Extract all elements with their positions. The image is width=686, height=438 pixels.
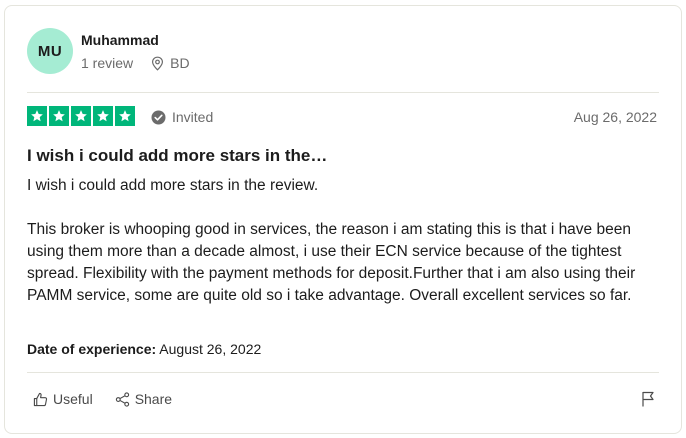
location-pin-icon [151, 56, 164, 71]
star-icon [115, 106, 135, 126]
divider [27, 372, 659, 373]
reviewer-name[interactable]: Muhammad [81, 32, 159, 48]
reviewer-location: BD [170, 55, 190, 71]
avatar[interactable]: MU [27, 28, 73, 74]
useful-button[interactable]: Useful [33, 391, 93, 407]
star-icon [27, 106, 47, 126]
review-paragraph: This broker is whooping good in services… [27, 221, 636, 304]
date-of-experience: Date of experience: August 26, 2022 [27, 341, 261, 357]
review-body: I wish i could add more stars in the rev… [27, 175, 663, 307]
experience-label: Date of experience: [27, 341, 157, 357]
review-count: 1 review [81, 55, 134, 71]
review-title[interactable]: I wish i could add more stars in the… [27, 146, 327, 166]
share-icon [115, 391, 129, 407]
invited-badge[interactable]: Invited [151, 109, 213, 125]
share-label: Share [134, 391, 173, 407]
flag-button[interactable] [641, 391, 655, 407]
reviewer-header: MU Muhammad 1 review BD [27, 28, 327, 76]
share-button[interactable]: Share [115, 391, 172, 407]
invited-label: Invited [172, 109, 214, 125]
flag-icon [642, 391, 654, 407]
divider [27, 92, 659, 93]
review-actions: Useful Share [33, 391, 172, 407]
reviewer-meta: 1 review BD [81, 55, 190, 71]
thumbs-up-icon [33, 392, 48, 406]
review-card: MU Muhammad 1 review BD Invited Aug 26, … [4, 5, 682, 434]
experience-date: August 26, 2022 [159, 341, 262, 357]
star-rating [27, 106, 135, 126]
star-icon [49, 106, 69, 126]
useful-label: Useful [53, 391, 93, 407]
star-icon [93, 106, 113, 126]
review-date: Aug 26, 2022 [573, 109, 657, 125]
review-paragraph: I wish i could add more stars in the rev… [27, 177, 319, 194]
star-icon [71, 106, 91, 126]
check-circle-icon [151, 110, 166, 125]
